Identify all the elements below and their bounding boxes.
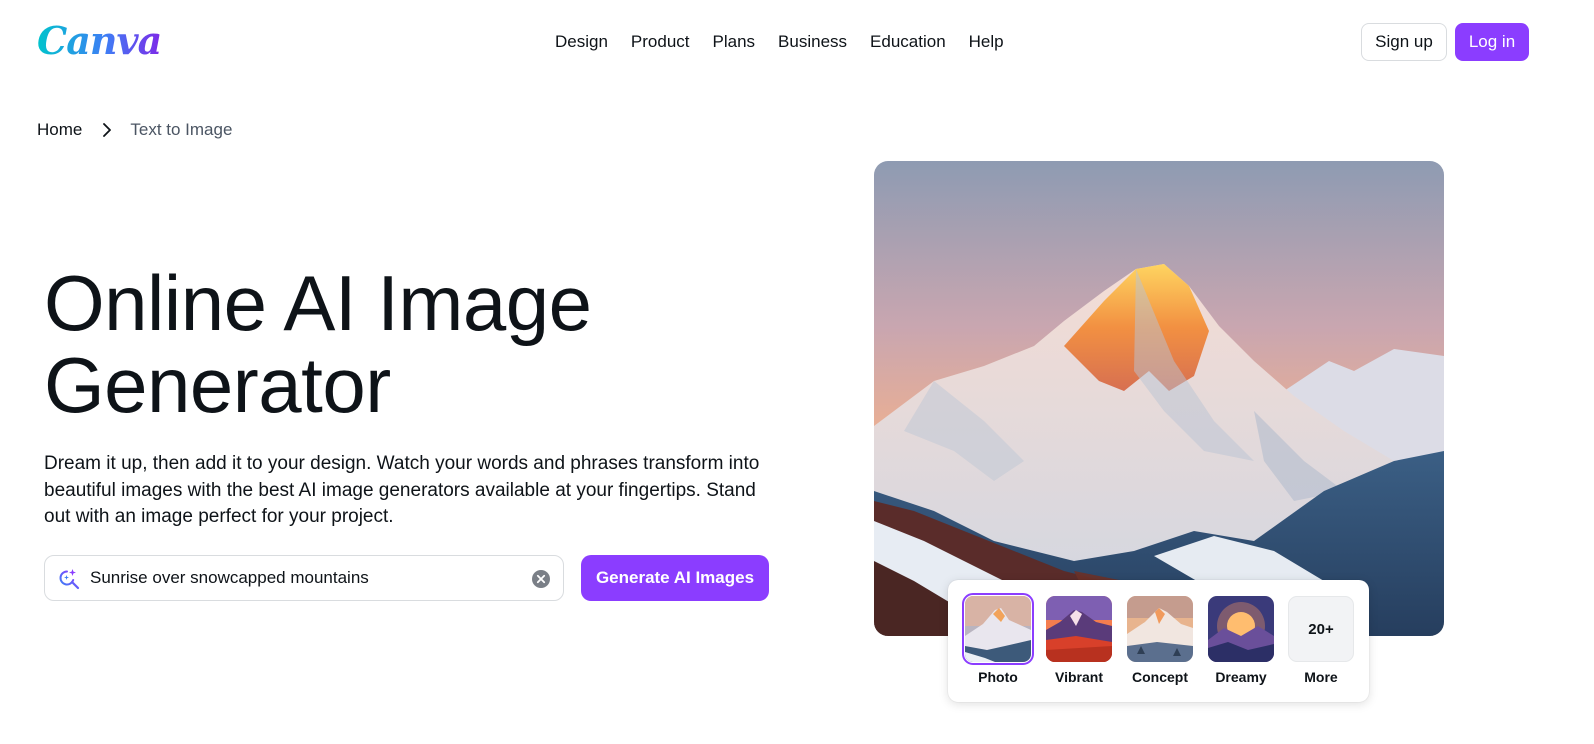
prompt-input[interactable] bbox=[90, 564, 520, 592]
style-label-photo: Photo bbox=[978, 669, 1018, 685]
style-option-photo[interactable]: Photo bbox=[962, 593, 1034, 696]
style-option-vibrant[interactable]: Vibrant bbox=[1044, 596, 1114, 696]
style-thumb-more: 20+ bbox=[1288, 596, 1354, 662]
style-thumb-photo bbox=[962, 593, 1034, 665]
page-title-line-1: Online AI Image bbox=[44, 259, 592, 347]
style-thumb-dreamy bbox=[1208, 596, 1274, 662]
style-thumb-concept bbox=[1127, 596, 1193, 662]
page-title: Online AI Image Generator bbox=[44, 262, 744, 426]
login-button[interactable]: Log in bbox=[1455, 23, 1529, 61]
breadcrumb: Home Text to Image bbox=[37, 118, 232, 142]
breadcrumb-current: Text to Image bbox=[130, 120, 233, 139]
style-picker: Photo Vibrant Concept Dreamy 20+ More bbox=[948, 580, 1369, 702]
main-nav: Design Product Plans Business Education … bbox=[555, 30, 1004, 54]
nav-item-education[interactable]: Education bbox=[870, 30, 946, 54]
style-label-dreamy: Dreamy bbox=[1215, 669, 1267, 685]
clear-circle-icon[interactable] bbox=[531, 569, 551, 589]
generate-ai-images-button[interactable]: Generate AI Images bbox=[581, 555, 769, 601]
hero-mountain-image bbox=[874, 161, 1444, 636]
style-option-concept[interactable]: Concept bbox=[1125, 596, 1195, 696]
style-option-more[interactable]: 20+ More bbox=[1286, 596, 1356, 696]
style-label-concept: Concept bbox=[1132, 669, 1188, 685]
nav-item-product[interactable]: Product bbox=[631, 30, 690, 54]
page-title-line-2: Generator bbox=[44, 341, 391, 429]
nav-item-plans[interactable]: Plans bbox=[713, 30, 756, 54]
breadcrumb-home-link[interactable]: Home bbox=[37, 118, 82, 142]
chevron-right-icon bbox=[102, 123, 112, 137]
hero-description: Dream it up, then add it to your design.… bbox=[44, 453, 760, 527]
nav-item-design[interactable]: Design bbox=[555, 30, 608, 54]
page: Canva Design Product Plans Business Educ… bbox=[0, 0, 1594, 744]
style-thumb-vibrant bbox=[1046, 596, 1112, 662]
prompt-search-box bbox=[44, 555, 564, 601]
style-label-vibrant: Vibrant bbox=[1055, 669, 1103, 685]
canva-logo[interactable]: Canva bbox=[37, 18, 162, 64]
style-option-dreamy[interactable]: Dreamy bbox=[1206, 596, 1276, 696]
nav-item-help[interactable]: Help bbox=[969, 30, 1004, 54]
sparkle-search-icon bbox=[57, 567, 81, 591]
style-label-more: More bbox=[1304, 669, 1338, 685]
signup-button[interactable]: Sign up bbox=[1361, 23, 1447, 61]
nav-item-business[interactable]: Business bbox=[778, 30, 847, 54]
